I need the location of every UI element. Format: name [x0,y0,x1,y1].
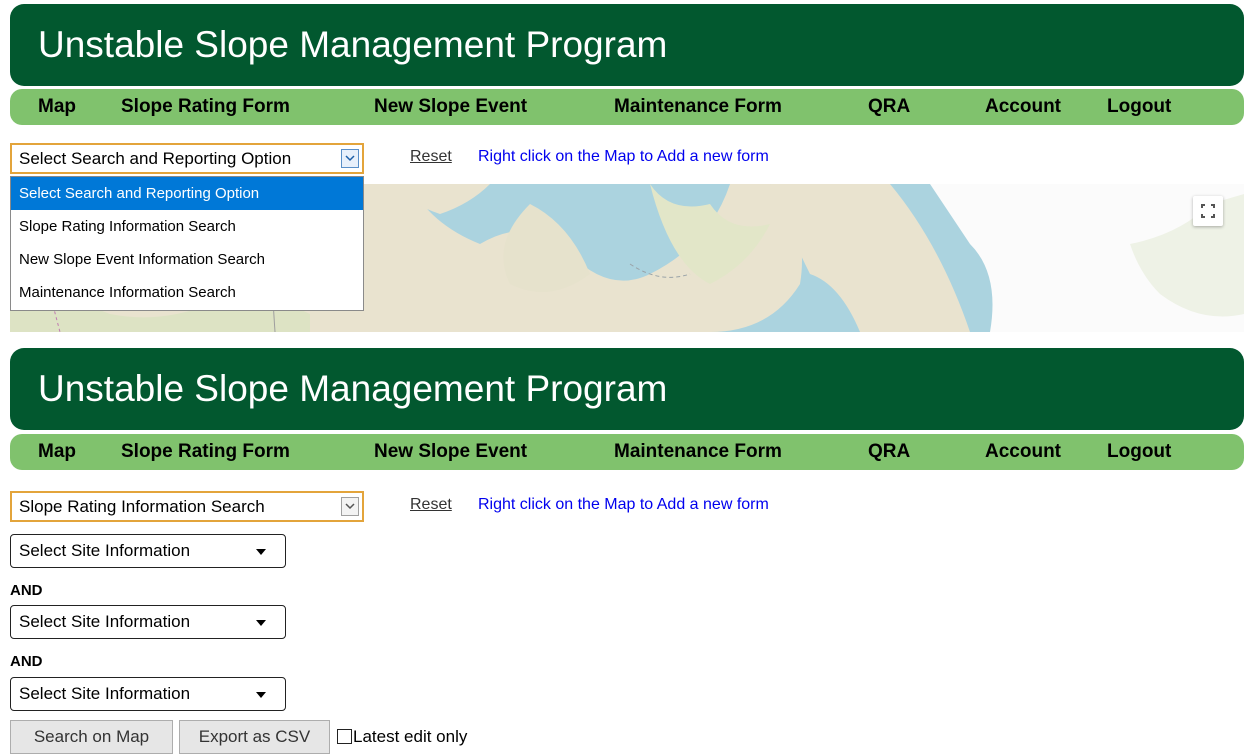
panel-dropdown-open: Unstable Slope Management Program Map Sl… [0,0,1246,340]
site-info-select-value: Select Site Information [19,684,191,703]
app-header: Unstable Slope Management Program [10,4,1244,86]
search-option-select-value: Select Search and Reporting Option [19,149,292,168]
site-info-select-2[interactable]: Select Site Information [10,605,286,639]
nav-slope-rating-form[interactable]: Slope Rating Form [121,89,290,125]
panel-search-form: Unstable Slope Management Program Map Sl… [0,344,1246,754]
app-title: Unstable Slope Management Program [38,24,668,65]
and-connector-label: AND [10,582,43,599]
nav-slope-rating-form[interactable]: Slope Rating Form [121,434,290,470]
nav-bar: Map Slope Rating Form New Slope Event Ma… [10,434,1244,470]
chevron-down-icon[interactable] [341,497,359,516]
site-info-select-value: Select Site Information [19,612,191,631]
nav-qra[interactable]: QRA [868,434,910,470]
nav-map[interactable]: Map [38,89,76,125]
nav-logout[interactable]: Logout [1107,434,1171,470]
app-header: Unstable Slope Management Program [10,348,1244,430]
map-hint-text: Right click on the Map to Add a new form [478,496,769,513]
caret-down-icon [256,620,266,626]
nav-qra[interactable]: QRA [868,89,910,125]
fullscreen-icon[interactable] [1193,196,1223,226]
nav-account[interactable]: Account [985,434,1061,470]
nav-maintenance-form[interactable]: Maintenance Form [614,434,782,470]
map-hint-text: Right click on the Map to Add a new form [478,148,769,165]
search-option-dropdown-list: Select Search and Reporting Option Slope… [10,176,364,311]
nav-map[interactable]: Map [38,434,76,470]
caret-down-icon [256,692,266,698]
nav-new-slope-event[interactable]: New Slope Event [374,434,527,470]
site-info-select-value: Select Site Information [19,541,191,560]
nav-account[interactable]: Account [985,89,1061,125]
dropdown-option[interactable]: Maintenance Information Search [11,276,363,309]
dropdown-option[interactable]: Slope Rating Information Search [11,210,363,243]
nav-maintenance-form[interactable]: Maintenance Form [614,89,782,125]
export-csv-button[interactable]: Export as CSV [179,720,330,754]
reset-link[interactable]: Reset [410,148,452,166]
search-option-select[interactable]: Select Search and Reporting Option [10,143,364,174]
reset-link[interactable]: Reset [410,496,452,514]
search-option-select[interactable]: Slope Rating Information Search [10,491,364,522]
nav-new-slope-event[interactable]: New Slope Event [374,89,527,125]
site-info-select-1[interactable]: Select Site Information [10,534,286,568]
and-connector-label: AND [10,653,43,670]
latest-edit-checkbox[interactable] [337,729,352,744]
chevron-down-icon[interactable] [341,149,359,168]
caret-down-icon [256,549,266,555]
search-on-map-button[interactable]: Search on Map [10,720,173,754]
latest-edit-label: Latest edit only [353,727,468,746]
app-title: Unstable Slope Management Program [38,368,668,409]
dropdown-option[interactable]: Select Search and Reporting Option [11,177,363,210]
dropdown-option[interactable]: New Slope Event Information Search [11,243,363,276]
nav-logout[interactable]: Logout [1107,89,1171,125]
site-info-select-3[interactable]: Select Site Information [10,677,286,711]
nav-bar: Map Slope Rating Form New Slope Event Ma… [10,89,1244,125]
search-option-select-value: Slope Rating Information Search [19,497,265,516]
